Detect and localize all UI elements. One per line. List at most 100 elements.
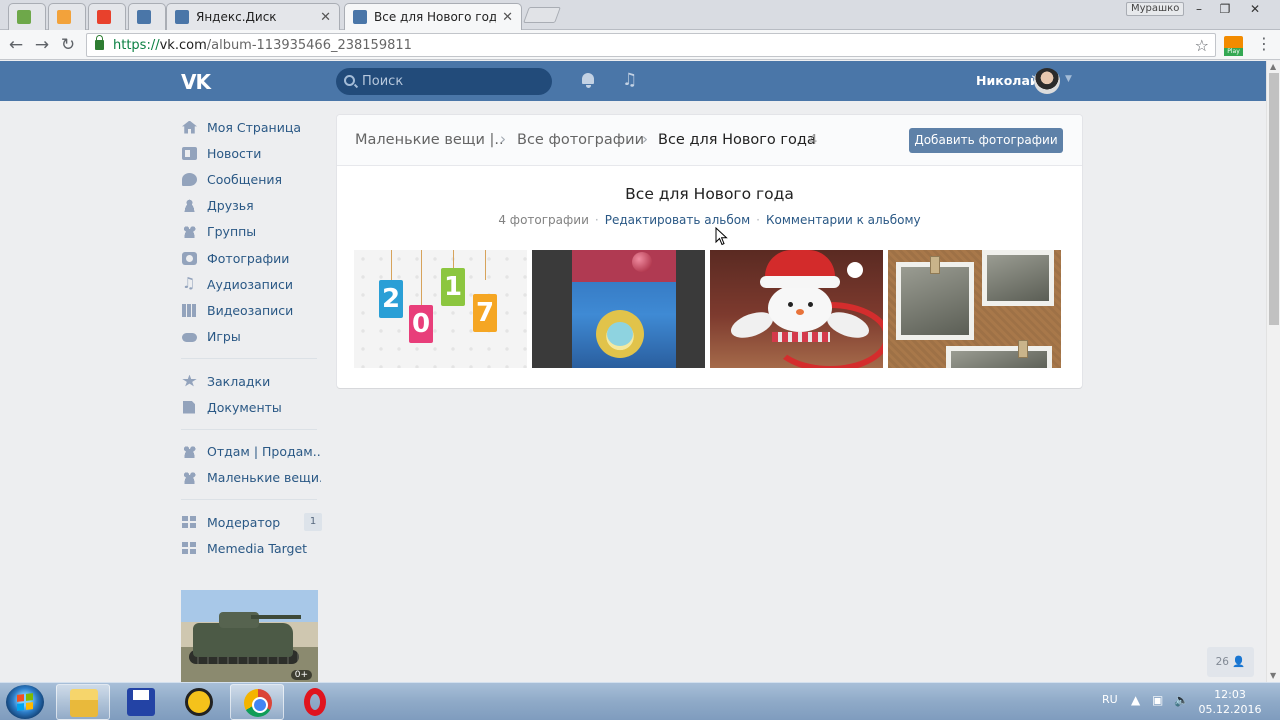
photo-thumbnail-magnet[interactable] (532, 250, 705, 368)
network-icon[interactable]: ▣ (1152, 693, 1163, 707)
album-comments-link[interactable]: Комментарии к альбому (766, 213, 921, 227)
photo-thumbnail-snowman[interactable] (710, 250, 883, 368)
sidebar-item-documents[interactable]: Документы (181, 394, 321, 420)
minimize-icon[interactable]: – (1186, 1, 1212, 17)
close-tab-icon[interactable]: ✕ (502, 10, 513, 25)
edit-album-link[interactable]: Редактировать альбом (605, 213, 750, 227)
breadcrumb-current-album: Все для Нового года (658, 132, 816, 148)
sidebar-item-photos[interactable]: Фотографии (181, 245, 321, 271)
ad-banner-image[interactable]: 0+ (181, 590, 318, 682)
address-bar[interactable]: https://vk.com/album-113935466_238159811… (86, 33, 1216, 57)
system-clock[interactable]: 12:03 05.12.2016 (1198, 687, 1262, 717)
sidebar-item-label: Документы (207, 399, 282, 415)
album-photo-count: 4 (809, 133, 818, 148)
groups-icon (182, 224, 197, 238)
photo-thumbnail-2017[interactable]: 2 0 1 7 (354, 250, 527, 368)
back-arrow-icon[interactable]: ← (6, 35, 26, 55)
vk-header: VK Поиск ♫ Николай ▼ (0, 61, 1266, 101)
photo-thumbnail-frames[interactable] (888, 250, 1061, 368)
taskbar-opera[interactable] (288, 684, 342, 720)
opera-icon (304, 688, 326, 716)
forward-arrow-icon[interactable]: → (32, 35, 52, 55)
scroll-up-icon[interactable]: ▲ (1270, 62, 1276, 71)
language-indicator[interactable]: RU (1102, 693, 1118, 706)
restore-icon[interactable]: ❐ (1212, 1, 1238, 17)
sidebar-item-groups[interactable]: Группы (181, 218, 321, 244)
sidebar-item-friends[interactable]: Друзья (181, 192, 321, 218)
sidebar-item-app-memedia[interactable]: Memedia Target (181, 535, 321, 561)
taskbar-explorer[interactable] (56, 684, 110, 720)
sidebar-item-games[interactable]: Игры (181, 323, 321, 349)
add-photos-button[interactable]: Добавить фотографии (909, 128, 1063, 153)
avatar[interactable] (1034, 68, 1060, 94)
sidebar-item-label: Новости (207, 145, 262, 161)
sidebar-item-label: Аудиозаписи (207, 276, 293, 292)
chevron-down-icon[interactable]: ▼ (1065, 74, 1072, 84)
music-note-icon[interactable]: ♫ (622, 70, 637, 90)
scroll-down-icon[interactable]: ▼ (1270, 671, 1276, 680)
browser-menu-icon[interactable]: ⋮ (1256, 34, 1272, 53)
tab-title: Все для Нового года – 4 (374, 10, 497, 24)
apps-icon (182, 515, 197, 529)
close-tab-icon[interactable]: ✕ (320, 10, 331, 25)
tray-expand-icon[interactable]: ▲ (1131, 693, 1140, 707)
tab-favicon-icon (57, 10, 71, 24)
news-icon (182, 146, 197, 160)
browser-tab-album[interactable]: Все для Нового года – 4 ✕ (344, 3, 522, 30)
page-scrollbar[interactable]: ▲ ▼ (1266, 61, 1280, 682)
online-friends-counter[interactable]: 26 👤 (1207, 647, 1254, 677)
breadcrumb-all-photos[interactable]: Все фотографии (517, 132, 644, 148)
aimp-icon (185, 688, 213, 716)
play-extension-icon[interactable]: Play (1224, 36, 1243, 56)
bell-icon[interactable] (580, 70, 596, 90)
sidebar-item-label: Моя Страница (207, 119, 301, 135)
sidebar-item-bookmarks[interactable]: Закладки (181, 368, 321, 394)
tab-favicon-icon (175, 10, 189, 24)
speaker-icon[interactable]: 🔈 (1174, 693, 1189, 707)
menu-divider (181, 429, 317, 430)
browser-toolbar: ← → ↻ https://vk.com/album-113935466_238… (0, 30, 1280, 60)
scrollbar-thumb[interactable] (1269, 73, 1279, 325)
tab-title: Яндекс.Диск (196, 10, 277, 24)
album-title: Все для Нового года (625, 185, 794, 203)
close-window-icon[interactable]: ✕ (1242, 1, 1268, 17)
star-icon (182, 374, 197, 387)
sidebar-item-audio[interactable]: Аудиозаписи (181, 271, 321, 297)
tab-favicon-icon (97, 10, 111, 24)
clock-date: 05.12.2016 (1198, 703, 1262, 716)
search-input[interactable]: Поиск (336, 68, 552, 95)
bookmark-star-icon[interactable]: ☆ (1195, 36, 1209, 55)
document-icon (183, 400, 195, 414)
sidebar-item-label: Маленькие вещи.. (207, 469, 321, 485)
taskbar-chrome[interactable] (230, 684, 284, 720)
user-name[interactable]: Николай (976, 73, 1039, 88)
taskbar-aimp[interactable] (172, 684, 226, 720)
album-panel: Маленькие вещи |.. › Все фотографии › Вс… (337, 115, 1082, 388)
sidebar-item-news[interactable]: Новости (181, 140, 321, 166)
sidebar-item-video[interactable]: Видеозаписи (181, 297, 321, 323)
taskbar-save-app[interactable] (114, 684, 168, 720)
breadcrumb-group[interactable]: Маленькие вещи |.. (355, 132, 504, 148)
photo-count-text: 4 фотографии (498, 213, 589, 227)
sidebar-item-group-small-things[interactable]: Маленькие вещи.. (181, 464, 321, 490)
sidebar-item-app-moderator[interactable]: Модератор 1 (181, 509, 322, 535)
new-tab-button[interactable] (523, 7, 561, 23)
browser-tab-2[interactable] (48, 3, 86, 30)
reload-icon[interactable]: ↻ (58, 35, 78, 55)
vk-logo[interactable]: VK (181, 70, 211, 94)
browser-tab-3[interactable] (88, 3, 126, 30)
sidebar-item-messages[interactable]: Сообщения (181, 166, 321, 192)
browser-tab-4[interactable] (128, 3, 166, 30)
windows-logo-icon (17, 693, 33, 711)
browser-tab-1[interactable] (8, 3, 46, 30)
person-icon: 👤 (1232, 656, 1246, 668)
browser-tab-yandex-disk[interactable]: Яндекс.Диск ✕ (166, 3, 340, 30)
home-icon (182, 120, 197, 134)
sidebar-item-my-page[interactable]: Моя Страница (181, 114, 321, 140)
sidebar-item-label: Сообщения (207, 171, 283, 187)
sidebar-item-group-otdam[interactable]: Отдам | Продам.. (181, 438, 321, 464)
folder-icon (70, 689, 98, 717)
sidebar-item-label: Игры (207, 328, 241, 344)
start-button[interactable] (6, 685, 44, 719)
window-user-badge[interactable]: Мурашко (1126, 2, 1185, 16)
